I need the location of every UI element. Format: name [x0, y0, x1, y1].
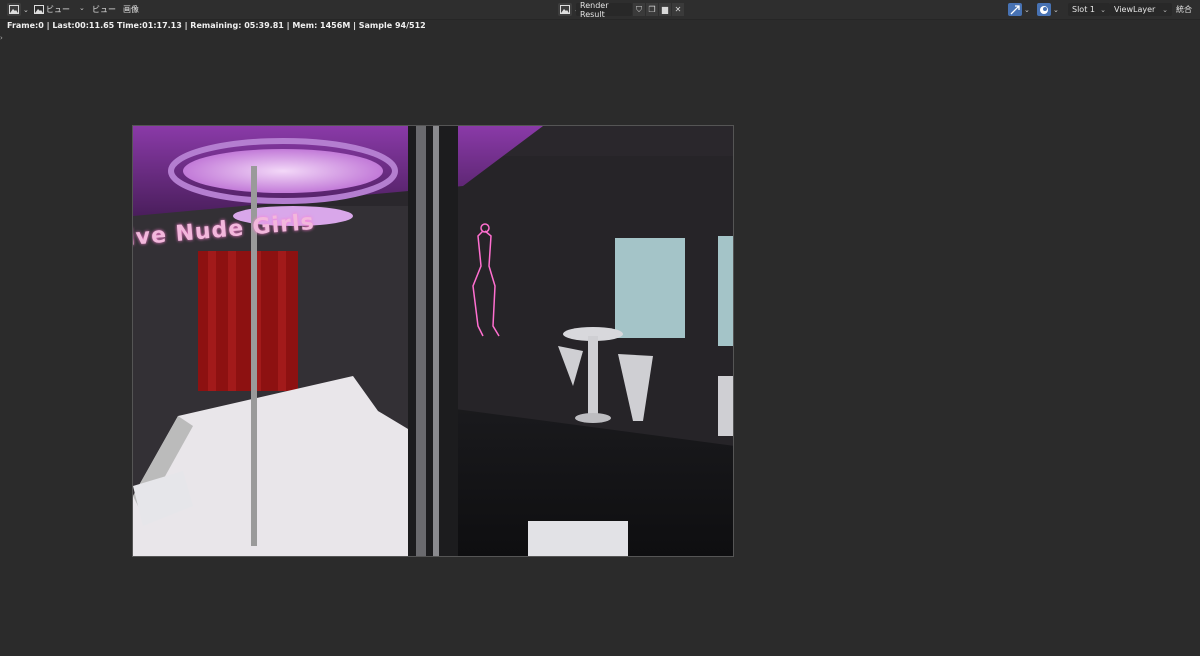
view-mode-selector[interactable]: [32, 2, 46, 17]
duplicate-icon: ❐: [648, 5, 656, 14]
view-icon: [32, 3, 46, 16]
render-result-image: ive Nude Girls: [132, 125, 734, 557]
folder-icon: ▆: [661, 5, 669, 14]
render-pass-text: 統合: [1176, 5, 1192, 14]
chevron-down-icon: ⌄: [1024, 5, 1030, 14]
image-name-text: Render Result: [580, 0, 609, 19]
close-icon: ✕: [674, 5, 682, 14]
menu-view-2[interactable]: ビュー: [92, 4, 116, 15]
editor-type-selector[interactable]: ⌄: [7, 2, 29, 17]
chevron-down-icon: ⌄: [1053, 5, 1059, 14]
sample-tool-button[interactable]: ⌄: [1008, 2, 1030, 17]
open-image-button[interactable]: ▆: [659, 3, 671, 16]
sample-icon: [1008, 3, 1022, 16]
render-scene: [133, 126, 733, 556]
new-image-button[interactable]: ❐: [646, 3, 658, 16]
image-editor-header: ⌄ ビュー ⌄ ビュー 画像 ⌄ Render Result ⛉ ❐ ▆ ✕ ⌄: [0, 0, 1200, 20]
view-layer-selector[interactable]: ViewLayer ⌄: [1110, 3, 1172, 16]
display-channels-button[interactable]: ⌄: [1037, 2, 1059, 17]
menu-view-1[interactable]: ビュー: [46, 4, 70, 15]
color-channels-icon: [1037, 3, 1051, 16]
chevron-down-icon[interactable]: ⌄: [79, 4, 85, 12]
slot-selector[interactable]: Slot 1 ⌄: [1068, 3, 1110, 16]
fake-user-button[interactable]: ⛉: [633, 3, 645, 16]
image-editor-icon: [7, 3, 21, 16]
unlink-image-button[interactable]: ✕: [672, 3, 684, 16]
chevron-down-icon: ⌄: [23, 5, 29, 14]
chevron-down-icon: ⌄: [1162, 5, 1168, 14]
slot-text: Slot 1: [1072, 5, 1095, 14]
view-layer-text: ViewLayer: [1114, 5, 1156, 14]
render-pass-selector[interactable]: 統合: [1172, 3, 1196, 16]
render-status: Frame:0 | Last:00:11.65 Time:01:17.13 | …: [7, 21, 426, 30]
sidebar-toggle-icon[interactable]: ›: [0, 34, 3, 42]
image-name-field[interactable]: Render Result: [576, 0, 632, 19]
image-browse-icon: [558, 3, 572, 16]
shield-icon: ⛉: [636, 4, 642, 14]
menu-image[interactable]: 画像: [123, 4, 139, 15]
chevron-down-icon: ⌄: [1100, 5, 1106, 14]
